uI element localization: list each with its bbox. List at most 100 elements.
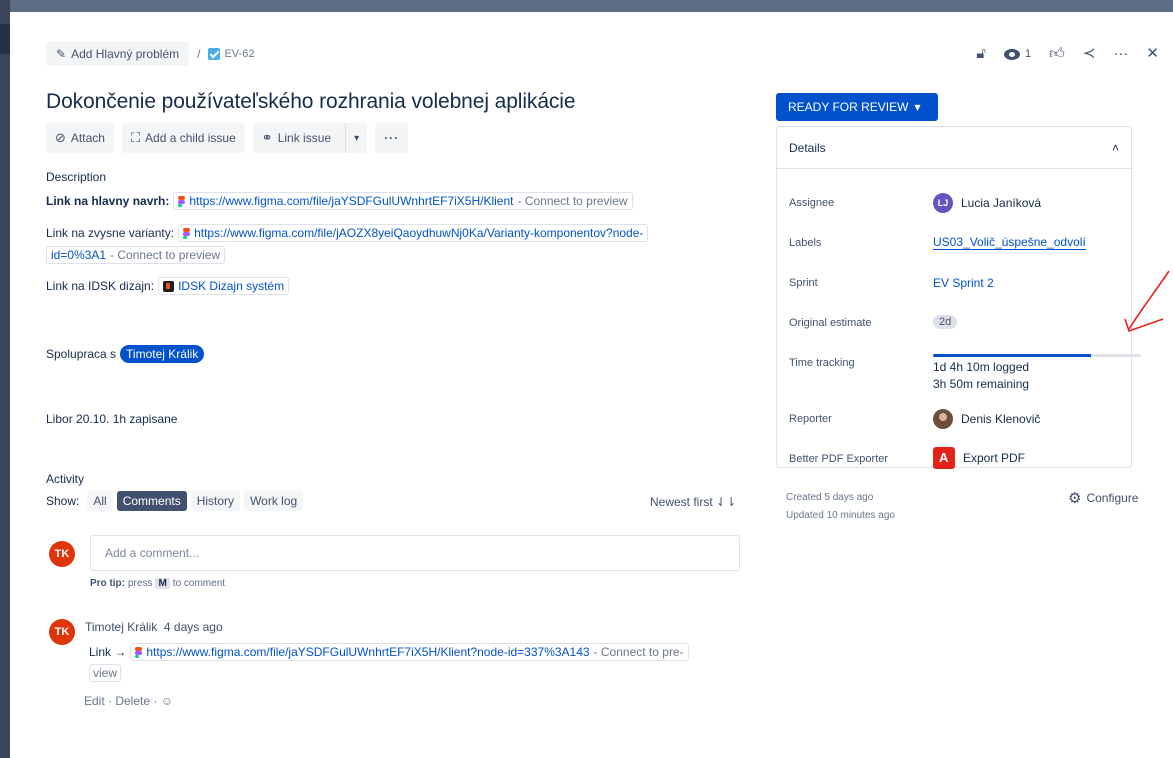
smart-link[interactable]: IDSK Dizajn systém xyxy=(158,277,290,295)
chevron-down-icon[interactable]: ▾ xyxy=(345,123,367,153)
assignee-label: Assignee xyxy=(789,197,835,209)
comment-body: Link → https://www.figma.com/file/jaYSDF… xyxy=(89,643,689,661)
link-issue-main[interactable]: ⚭ Link issue xyxy=(253,123,340,153)
labels-label: Labels xyxy=(789,237,822,249)
figma-icon xyxy=(178,195,186,207)
gear-icon: ⚙ xyxy=(1068,490,1082,507)
details-header[interactable]: Details ˄ xyxy=(777,127,1131,169)
description-collab: Spolupraca s Timotej Králik xyxy=(46,345,205,363)
issue-toolbar: ⊘ Attach ⛶ Add a child issue ⚭ Link issu… xyxy=(46,123,409,153)
figma-link[interactable]: https://www.figma.com/file/jaYSDFGulUWnh… xyxy=(146,645,589,659)
protip-press: press xyxy=(128,578,153,589)
connect-preview[interactable]: - Connect to preview xyxy=(110,248,220,262)
assignee-name: Lucia Janíková xyxy=(961,196,1042,210)
add-child-label: Add a child issue xyxy=(145,131,236,145)
pencil-icon: ✎ xyxy=(56,47,67,61)
issue-modal: ✎ Add Hlavný problém / EV-62 🔓︎ 1 👍︎ ≺ ·… xyxy=(10,12,1173,758)
smart-link[interactable]: https://www.figma.com/file/jaYSDFGulUWnh… xyxy=(130,643,689,661)
configure-label: Configure xyxy=(1086,491,1139,505)
comment-actions[interactable]: Edit · Delete · ☺ xyxy=(84,694,173,708)
reporter-label: Reporter xyxy=(789,413,832,425)
comment-link-prefix: Link → xyxy=(89,645,127,659)
close-icon[interactable]: ✕ xyxy=(1146,42,1159,66)
keyboard-shortcut: M xyxy=(155,578,170,589)
thumbs-up-icon[interactable]: 👍︎ xyxy=(1049,42,1065,66)
annotation-arrow xyxy=(1124,270,1170,333)
details-panel: Details ˄ Assignee LJ Lucia Janíková Lab… xyxy=(776,126,1141,469)
task-type-icon xyxy=(208,48,221,60)
description-line-2: Link na zvysne varianty: https://www.fig… xyxy=(46,224,649,242)
more-actions-button[interactable]: ··· xyxy=(375,123,409,153)
reporter-field[interactable]: Denis Klenovič xyxy=(933,409,1040,429)
configure-button[interactable]: ⚙ Configure xyxy=(1068,489,1138,507)
sprint-value[interactable]: EV Sprint 2 xyxy=(933,276,994,290)
assignee-field[interactable]: LJ Lucia Janíková xyxy=(933,193,1041,213)
more-icon[interactable]: ··· xyxy=(1113,42,1128,66)
smart-link[interactable]: id=0%3A1 - Connect to preview xyxy=(46,246,226,264)
avatar: TK xyxy=(49,619,75,645)
background-accent xyxy=(0,24,10,54)
sort-toggle[interactable]: Newest first ⇃⇂ xyxy=(650,495,736,509)
add-child-issue-button[interactable]: ⛶ Add a child issue xyxy=(121,123,245,153)
watch-count: 1 xyxy=(1025,48,1032,60)
reporter-name: Denis Klenovič xyxy=(961,412,1041,426)
attach-button[interactable]: ⊘ Attach xyxy=(46,123,114,153)
figma-link[interactable]: https://www.figma.com/file/jAOZX8yeiQaoy… xyxy=(194,226,643,240)
paperclip-icon: ⊘ xyxy=(55,130,66,145)
description-line-1: Link na hlavny navrh: https://www.figma.… xyxy=(46,192,633,210)
filter-history[interactable]: History xyxy=(190,491,241,511)
link-issue-button[interactable]: ⚭ Link issue ▾ xyxy=(252,123,368,153)
estimate-label: Original estimate xyxy=(789,317,872,329)
share-icon[interactable]: ≺ xyxy=(1083,42,1096,66)
issue-title[interactable]: Dokončenie používateľského rozhrania vol… xyxy=(46,90,576,114)
time-tracking-bar[interactable] xyxy=(933,354,1141,357)
connect-preview[interactable]: - Connect to pre- xyxy=(594,645,684,659)
protip-rest: to comment xyxy=(172,578,226,589)
sprint-label: Sprint xyxy=(789,277,818,289)
annotation-arrow-shaft xyxy=(1128,270,1170,330)
add-parent-label: Add Hlavný problém xyxy=(71,47,180,61)
lock-icon[interactable]: 🔓︎ xyxy=(976,42,986,66)
link-issue-label: Link issue xyxy=(277,131,332,145)
figma-file-icon xyxy=(163,280,175,292)
smart-link[interactable]: https://www.figma.com/file/jaYSDFGulUWnh… xyxy=(173,192,633,210)
smart-link[interactable]: https://www.figma.com/file/jAOZX8yeiQaoy… xyxy=(178,224,649,242)
connect-preview[interactable]: - Connect to preview xyxy=(517,194,627,208)
user-mention[interactable]: Timotej Králik xyxy=(120,345,205,363)
labels-field[interactable]: US03_Volič_úspešne_odvolí xyxy=(933,235,1086,250)
filter-comments[interactable]: Comments xyxy=(116,491,187,511)
comment-body-cont: view xyxy=(89,664,122,682)
figma-icon xyxy=(183,227,191,239)
estimate-value: 2d xyxy=(933,315,958,329)
time-remaining: 3h 50m remaining xyxy=(933,377,1030,391)
collab-label: Spolupraca s xyxy=(46,347,117,361)
figma-link[interactable]: https://www.figma.com/file/jaYSDFGulUWnh… xyxy=(189,194,513,208)
export-pdf-button[interactable]: Export PDF xyxy=(933,447,1025,469)
filter-work-log[interactable]: Work log xyxy=(244,491,304,511)
connect-preview[interactable]: view xyxy=(89,664,122,682)
show-label: Show: xyxy=(46,494,80,508)
status-label: READY FOR REVIEW xyxy=(788,100,909,114)
issue-actions: 🔓︎ 1 👍︎ ≺ ··· ✕ xyxy=(976,42,1159,66)
pdf-exporter-label: Better PDF Exporter xyxy=(789,453,889,465)
time-tracking-values[interactable]: 1d 4h 10m logged 3h 50m remaining xyxy=(933,360,1029,391)
filter-all[interactable]: All xyxy=(87,491,113,511)
add-parent-button[interactable]: ✎ Add Hlavný problém xyxy=(46,42,190,66)
line2-label: Link na zvysne varianty: xyxy=(46,226,175,240)
activity-label: Activity xyxy=(46,472,85,486)
comment-input[interactable]: Add a comment... xyxy=(90,535,740,571)
idsk-link[interactable]: IDSK Dizajn systém xyxy=(178,279,284,293)
label-tag[interactable]: US03_Volič_úspešne_odvolí xyxy=(933,235,1086,250)
comment-author[interactable]: Timotej Králik xyxy=(85,620,157,634)
estimate-field[interactable]: 2d xyxy=(933,315,958,329)
eye-icon xyxy=(1004,48,1021,60)
breadcrumb: ✎ Add Hlavný problém / EV-62 xyxy=(46,42,254,66)
hierarchy-icon: ⛶ xyxy=(130,130,141,145)
updated-time: Updated 10 minutes ago xyxy=(786,510,895,521)
export-pdf-label: Export PDF xyxy=(963,451,1026,465)
figma-link[interactable]: id=0%3A1 xyxy=(51,248,106,262)
comment-time[interactable]: 4 days ago xyxy=(164,620,223,634)
issue-key-link[interactable]: EV-62 xyxy=(208,48,254,60)
watch-button[interactable]: 1 xyxy=(1004,42,1031,66)
status-button[interactable]: READY FOR REVIEW ▾ xyxy=(776,93,938,121)
